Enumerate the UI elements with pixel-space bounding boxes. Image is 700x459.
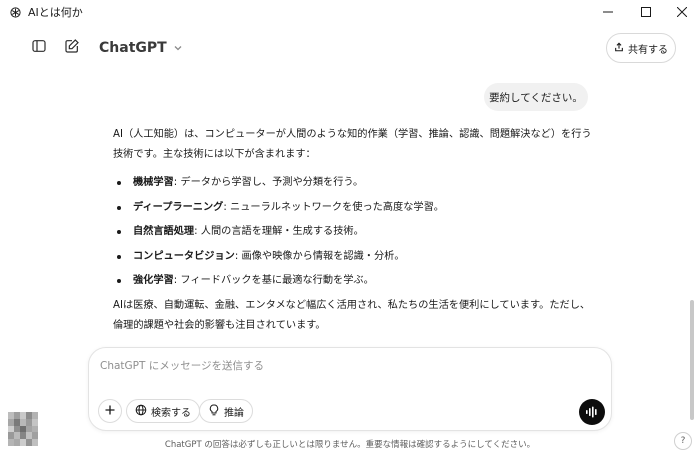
list-item-term: ディープラーニング (133, 201, 224, 213)
assistant-intro: AI（人工知能）は、コンピューターが人間のような知的作業（学習、推論、認識、問題… (113, 129, 592, 160)
search-button[interactable]: 検索する (126, 399, 200, 423)
list-item-desc: : 人間の言語を理解・生成する技術。 (194, 226, 364, 237)
top-bar: ChatGPT 共有する (0, 24, 700, 70)
list-item: 機械学習: データから学習し、予測や分類を行う。 (113, 173, 593, 198)
list-item: 自然言語処理: 人間の言語を理解・生成する技術。 (113, 222, 593, 247)
search-label: 検索する (151, 407, 191, 419)
list-item-desc: : ニューラルネットワークを使った高度な学習。 (223, 201, 444, 213)
share-label: 共有する (628, 44, 668, 56)
share-icon (614, 41, 624, 55)
reason-label: 推論 (224, 407, 244, 419)
sidebar-toggle-icon (31, 38, 47, 58)
list-item: ディープラーニング: ニューラルネットワークを使った高度な学習。 (113, 198, 593, 223)
chevron-down-icon (173, 43, 183, 53)
share-button[interactable]: 共有する (606, 33, 676, 63)
chatgpt-logo-icon (8, 5, 22, 19)
reason-button[interactable]: 推論 (199, 399, 253, 423)
list-item-term: コンピュータビジョン (133, 250, 235, 262)
close-button[interactable] (664, 0, 700, 24)
model-selector[interactable]: ChatGPT (99, 38, 183, 58)
list-item: 強化学習: フィードバックを基に最適な行動を学ぶ。 (113, 271, 593, 296)
new-chat-icon (64, 38, 80, 58)
scrollbar[interactable] (690, 300, 694, 420)
list-item-desc: : データから学習し、予測や分類を行う。 (173, 177, 364, 188)
lightbulb-icon (208, 404, 220, 419)
message-composer: 検索する 推論 (88, 347, 612, 431)
model-name: ChatGPT (99, 40, 167, 56)
window-title: AIとは何か (28, 6, 83, 19)
list-item-term: 強化学習 (133, 275, 174, 286)
message-input[interactable] (100, 356, 580, 376)
list-item-term: 自然言語処理 (133, 226, 195, 237)
plus-icon (104, 404, 116, 419)
list-item-term: 機械学習 (133, 177, 174, 188)
minimize-button[interactable] (590, 0, 626, 24)
assistant-conclusion: AIは医療、自動運転、金融、エンタメなど幅広く活用され、私たちの生活を便利にして… (113, 299, 591, 331)
list-item: コンピュータビジョン: 画像や映像から情報を認識・分析。 (113, 247, 593, 272)
voice-icon (585, 403, 599, 422)
globe-icon (135, 404, 147, 419)
user-message-bubble: 要約してください。 (484, 83, 588, 111)
assistant-message: AI（人工知能）は、コンピューターが人間のような知的作業（学習、推論、認識、問題… (113, 125, 593, 336)
help-button[interactable]: ? (674, 432, 692, 450)
list-item-desc: : フィードバックを基に最適な行動を学ぶ。 (173, 275, 374, 286)
attach-button[interactable] (98, 399, 122, 423)
user-message-text: 要約してください。 (489, 91, 583, 104)
maximize-button[interactable] (628, 0, 664, 24)
avatar[interactable] (8, 412, 38, 446)
sidebar-toggle-button[interactable] (27, 36, 51, 60)
disclaimer-text: ChatGPT の回答は必ずしも正しいとは限りません。重要な情報は確認するように… (164, 440, 536, 450)
list-item-desc: : 画像や映像から情報を認識・分析。 (234, 250, 405, 262)
voice-mode-button[interactable] (579, 399, 605, 425)
assistant-list: 機械学習: データから学習し、予測や分類を行う。 ディープラーニング: ニューラ… (113, 173, 593, 296)
new-chat-button[interactable] (60, 36, 84, 60)
